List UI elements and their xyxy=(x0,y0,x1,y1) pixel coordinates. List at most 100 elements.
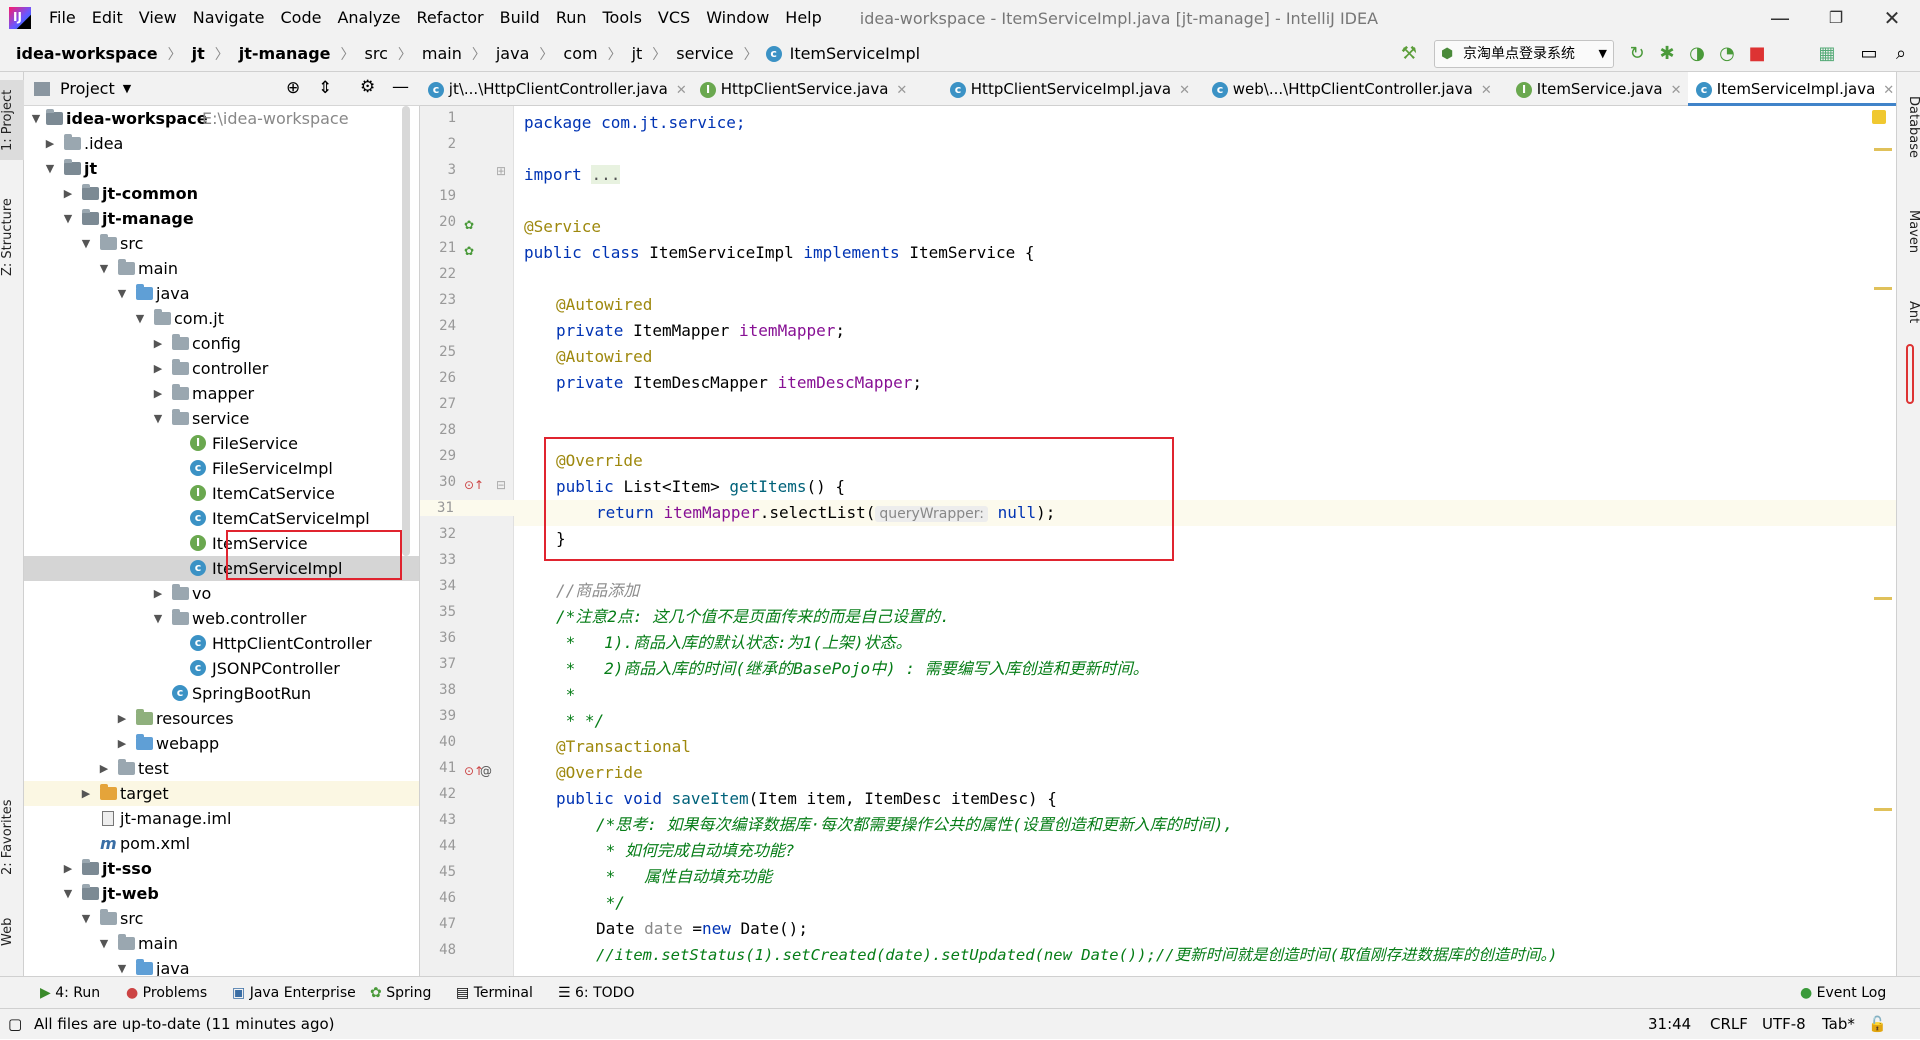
chevron-down-icon[interactable]: ▼ xyxy=(44,163,56,175)
tree-item-jt-manage-iml[interactable]: jt-manage.iml xyxy=(24,806,419,831)
tree-item-webapp[interactable]: ▶ webapp xyxy=(24,731,419,756)
tree-item-controller[interactable]: ▶ controller xyxy=(24,356,419,381)
menu-view[interactable]: View xyxy=(131,0,185,36)
chevron-right-icon[interactable]: ▶ xyxy=(62,863,74,875)
menu-navigate[interactable]: Navigate xyxy=(185,0,273,36)
profile-icon[interactable]: ◔ xyxy=(1714,41,1740,67)
chevron-right-icon[interactable]: ▶ xyxy=(116,738,128,750)
chevron-down-icon[interactable]: ▼ xyxy=(116,963,128,975)
tree-item-src[interactable]: ▼ src xyxy=(24,906,419,931)
tool-tab-todo[interactable]: ☰ 6: TODO xyxy=(558,977,634,1009)
tree-item-idea[interactable]: ▶ .idea xyxy=(24,131,419,156)
inspection-warning-icon[interactable] xyxy=(1872,110,1886,124)
caret-position[interactable]: 31:44 xyxy=(1648,1009,1691,1040)
tool-tab-event-log[interactable]: ● Event Log xyxy=(1800,977,1886,1009)
tool-tab-structure[interactable]: Z: Structure xyxy=(0,182,24,292)
tree-item-vo[interactable]: ▶ vo xyxy=(24,581,419,606)
tab-web-httpclientcontroller[interactable]: c web\...\HttpClientController.java ✕ xyxy=(1204,72,1508,106)
crumb-jt[interactable]: jt xyxy=(190,44,207,63)
tree-item-config[interactable]: ▶ config xyxy=(24,331,419,356)
tree-item-web-controller[interactable]: ▼ web.controller xyxy=(24,606,419,631)
gear-icon[interactable]: ⚙ xyxy=(360,77,375,97)
folded-imports[interactable]: ... xyxy=(591,165,621,184)
tree-item-itemcatserviceimpl[interactable]: c ItemCatServiceImpl xyxy=(24,506,419,531)
chevron-right-icon[interactable]: ▶ xyxy=(62,188,74,200)
tab-httpclientserviceimpl[interactable]: c HttpClientServiceImpl.java ✕ xyxy=(942,72,1204,106)
crumb-idea-workspace[interactable]: idea-workspace xyxy=(14,44,160,63)
chevron-down-icon[interactable]: ▼ xyxy=(80,913,92,925)
tree-item-fileserviceimpl[interactable]: c FileServiceImpl xyxy=(24,456,419,481)
project-panel-title[interactable]: Project xyxy=(60,79,115,98)
tool-tab-web[interactable]: Web xyxy=(0,902,24,962)
chevron-right-icon[interactable]: ▶ xyxy=(98,763,110,775)
menu-help[interactable]: Help xyxy=(777,0,829,36)
tool-tab-terminal[interactable]: ▤ Terminal xyxy=(456,977,533,1009)
tree-item-jsonpcontroller[interactable]: c JSONPController xyxy=(24,656,419,681)
tree-item-jt-manage[interactable]: ▼ jt-manage xyxy=(24,206,419,231)
tree-item-fileservice[interactable]: I FileService xyxy=(24,431,419,456)
close-tab-icon[interactable]: ✕ xyxy=(1883,83,1894,98)
close-tab-icon[interactable]: ✕ xyxy=(1481,83,1492,98)
hide-panel-icon[interactable]: — xyxy=(392,77,409,97)
tab-itemservice[interactable]: I ItemService.java ✕ xyxy=(1508,72,1688,106)
status-message[interactable]: All files are up-to-date (11 minutes ago… xyxy=(34,1009,335,1040)
tool-tab-spring[interactable]: ✿ Spring xyxy=(370,977,431,1009)
menu-code[interactable]: Code xyxy=(273,0,330,36)
tool-tab-run[interactable]: ▶ 4: Run xyxy=(40,977,100,1009)
coverage-icon[interactable]: ◑ xyxy=(1684,41,1710,67)
scroll-marker[interactable] xyxy=(1874,597,1892,600)
restore-icon[interactable]: ❐ xyxy=(1808,0,1864,36)
tab-itemserviceimpl[interactable]: c ItemServiceImpl.java ✕ xyxy=(1688,72,1896,106)
project-structure-icon[interactable]: ▦ xyxy=(1814,41,1840,67)
chevron-down-icon[interactable]: ▼ xyxy=(152,613,164,625)
chevron-down-icon[interactable]: ▼ xyxy=(134,313,146,325)
tool-tab-database[interactable]: Database xyxy=(1899,82,1920,172)
chevron-down-icon[interactable]: ▼ xyxy=(152,413,164,425)
tree-scrollbar[interactable] xyxy=(402,106,410,556)
stop-icon[interactable]: ■ xyxy=(1744,41,1770,67)
menu-window[interactable]: Window xyxy=(698,0,777,36)
tree-item-target[interactable]: ▶ target xyxy=(24,781,419,806)
tree-item-itemcatservice[interactable]: I ItemCatService xyxy=(24,481,419,506)
tool-tab-problems[interactable]: ● Problems xyxy=(126,977,207,1009)
chevron-right-icon[interactable]: ▶ xyxy=(116,713,128,725)
crumb-jt-manage[interactable]: jt-manage xyxy=(237,44,333,63)
tree-item-idea-workspace[interactable]: ▼ idea-workspace E:\idea-workspace xyxy=(24,106,419,131)
tree-item-jt-sso[interactable]: ▶ jt-sso xyxy=(24,856,419,881)
tool-tab-java-enterprise[interactable]: ▣ Java Enterprise xyxy=(232,977,356,1009)
tool-tab-ant[interactable]: Ant xyxy=(1899,282,1920,342)
chevron-down-icon[interactable]: ▼ xyxy=(62,888,74,900)
implements-method-icon[interactable]: ⊙↑ xyxy=(464,478,484,492)
run-config-select[interactable]: ⬢ 京淘单点登录系统 ▼ xyxy=(1434,40,1614,68)
tree-item-test[interactable]: ▶ test xyxy=(24,756,419,781)
tab-jt-httpclientcontroller[interactable]: c jt\...\HttpClientController.java ✕ xyxy=(420,72,692,106)
close-tab-icon[interactable]: ✕ xyxy=(896,83,907,98)
tree-item-jt[interactable]: ▼ jt xyxy=(24,156,419,181)
tool-tab-maven[interactable]: Maven xyxy=(1899,192,1920,272)
chevron-right-icon[interactable]: ▶ xyxy=(44,138,56,150)
close-icon[interactable]: ✕ xyxy=(1864,0,1920,36)
chevron-down-icon[interactable]: ▼ xyxy=(30,113,42,125)
chevron-right-icon[interactable]: ▶ xyxy=(152,388,164,400)
menu-run[interactable]: Run xyxy=(548,0,595,36)
minimize-icon[interactable]: — xyxy=(1752,0,1808,36)
menu-edit[interactable]: Edit xyxy=(84,0,131,36)
tool-tab-favorites[interactable]: 2: Favorites xyxy=(0,792,24,882)
close-tab-icon[interactable]: ✕ xyxy=(1179,83,1190,98)
tree-item-main[interactable]: ▼ main xyxy=(24,931,419,956)
menu-analyze[interactable]: Analyze xyxy=(329,0,408,36)
fold-icon[interactable]: ⊟ xyxy=(496,478,506,492)
tree-item-src[interactable]: ▼ src xyxy=(24,231,419,256)
close-tab-icon[interactable]: ✕ xyxy=(1671,83,1682,98)
crumb-jt-package[interactable]: jt xyxy=(630,44,645,63)
debug-icon[interactable]: ✱ xyxy=(1654,41,1680,67)
chevron-right-icon[interactable]: ▶ xyxy=(152,588,164,600)
menu-refactor[interactable]: Refactor xyxy=(409,0,492,36)
search-icon[interactable]: ⌕ xyxy=(1888,41,1914,67)
chevron-down-icon[interactable]: ▼ xyxy=(116,288,128,300)
crumb-service[interactable]: service xyxy=(674,44,735,63)
tab-httpclientservice[interactable]: I HttpClientService.java ✕ xyxy=(692,72,942,106)
rerun-icon[interactable]: ↻ xyxy=(1624,41,1650,67)
line-separator[interactable]: CRLF xyxy=(1710,1009,1748,1040)
tree-item-com-jt[interactable]: ▼ com.jt xyxy=(24,306,419,331)
